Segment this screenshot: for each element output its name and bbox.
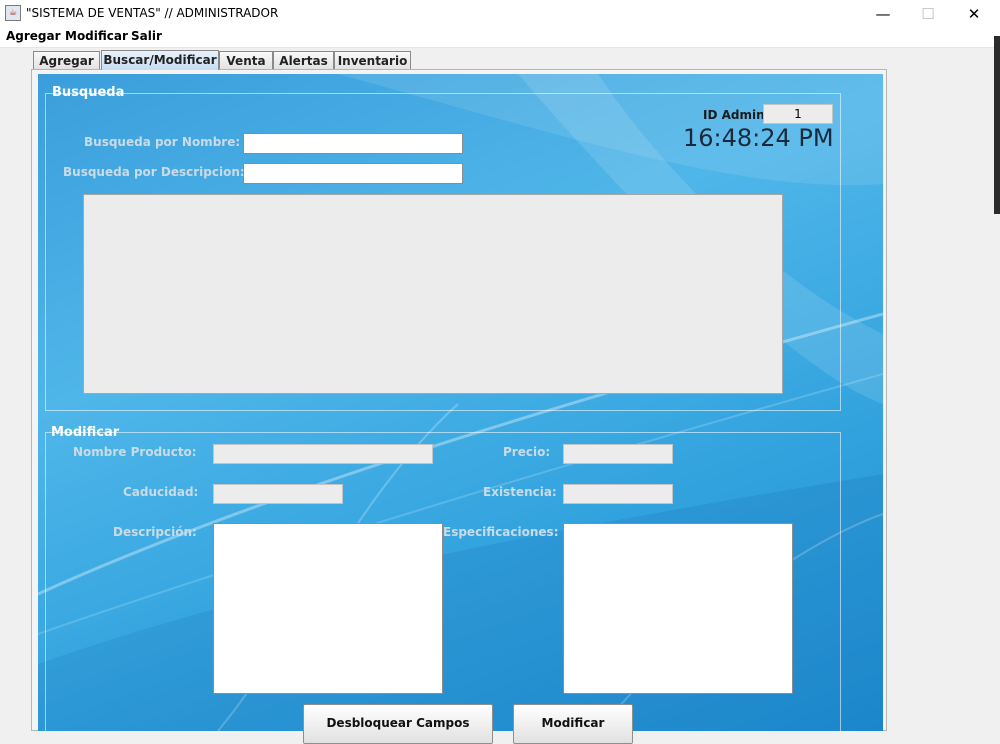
existencia-field[interactable] [563, 484, 673, 504]
busqueda-nombre-label: Busqueda por Nombre: [84, 135, 241, 149]
modificar-title: Modificar [51, 425, 120, 440]
especificaciones-label: Especificaciones: [443, 525, 559, 539]
precio-label: Precio: [503, 445, 551, 459]
minimize-button[interactable]: — [860, 0, 906, 27]
especificaciones-textarea[interactable] [563, 523, 793, 694]
close-button[interactable]: ✕ [951, 0, 997, 27]
menu-modificar[interactable]: Modificar [65, 29, 128, 43]
java-cup-icon: ☕ [5, 5, 21, 21]
busqueda-title: Busqueda [52, 85, 125, 100]
tab-inventario[interactable]: Inventario [334, 51, 411, 69]
maximize-button[interactable]: ☐ [905, 0, 951, 27]
tab-agregar[interactable]: Agregar [33, 51, 100, 69]
nombre-producto-label: Nombre Producto: [73, 445, 197, 459]
menu-agregar[interactable]: Agregar [6, 29, 61, 43]
menu-bar: Agregar Modificar Salir [0, 27, 1000, 48]
precio-field[interactable] [563, 444, 673, 464]
tab-venta[interactable]: Venta [219, 51, 273, 69]
clock-display: 16:48:24 PM [683, 124, 834, 152]
descripcion-label: Descripción: [113, 525, 197, 539]
busqueda-descripcion-label: Busqueda por Descripcion: [63, 165, 245, 179]
modificar-button[interactable]: Modificar [513, 704, 633, 744]
tab-buscar-modificar[interactable]: Buscar/Modificar [101, 50, 219, 70]
results-table[interactable] [83, 194, 783, 394]
caducidad-field[interactable] [213, 484, 343, 504]
title-bar: ☕ "SISTEMA DE VENTAS" // ADMINISTRADOR —… [0, 0, 1000, 27]
scrollbar-edge[interactable] [994, 36, 1000, 214]
busqueda-descripcion-input[interactable] [243, 163, 463, 184]
nombre-producto-field[interactable] [213, 444, 433, 464]
caducidad-label: Caducidad: [123, 485, 199, 499]
id-admin-label: ID Admin: [703, 108, 770, 122]
id-admin-field: 1 [763, 104, 833, 124]
descripcion-textarea[interactable] [213, 523, 443, 694]
existencia-label: Existencia: [483, 485, 557, 499]
menu-salir[interactable]: Salir [131, 29, 162, 43]
desbloquear-campos-button[interactable]: Desbloquear Campos [303, 704, 493, 744]
window-title: "SISTEMA DE VENTAS" // ADMINISTRADOR [26, 6, 279, 20]
tab-alertas[interactable]: Alertas [273, 51, 334, 69]
busqueda-nombre-input[interactable] [243, 133, 463, 154]
